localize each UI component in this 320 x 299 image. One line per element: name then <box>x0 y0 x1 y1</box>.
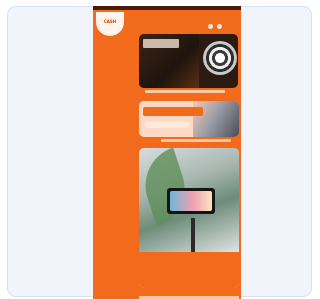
promo-banner <box>143 107 203 116</box>
promo-heading <box>143 39 179 48</box>
camera-screen <box>170 191 212 211</box>
logo[interactable]: CASH <box>96 12 124 36</box>
logo-text: CASH <box>103 19 117 24</box>
camera-icon <box>167 188 215 214</box>
mobile-page-preview: CASH <box>93 6 241 299</box>
promo-panel <box>139 252 239 288</box>
gear-icon <box>203 41 237 75</box>
promo-button[interactable] <box>145 121 189 128</box>
promo-tile-3[interactable] <box>139 148 239 288</box>
status-bar <box>93 6 241 10</box>
promo-tile-1[interactable] <box>139 34 238 88</box>
promo-caption-2 <box>161 139 231 142</box>
camera-photo <box>139 148 239 252</box>
promo-tile-2[interactable] <box>139 101 239 137</box>
menu-icon[interactable] <box>217 24 222 29</box>
share-icon[interactable] <box>208 24 213 29</box>
tripod <box>191 218 195 252</box>
promo-caption <box>145 90 225 93</box>
